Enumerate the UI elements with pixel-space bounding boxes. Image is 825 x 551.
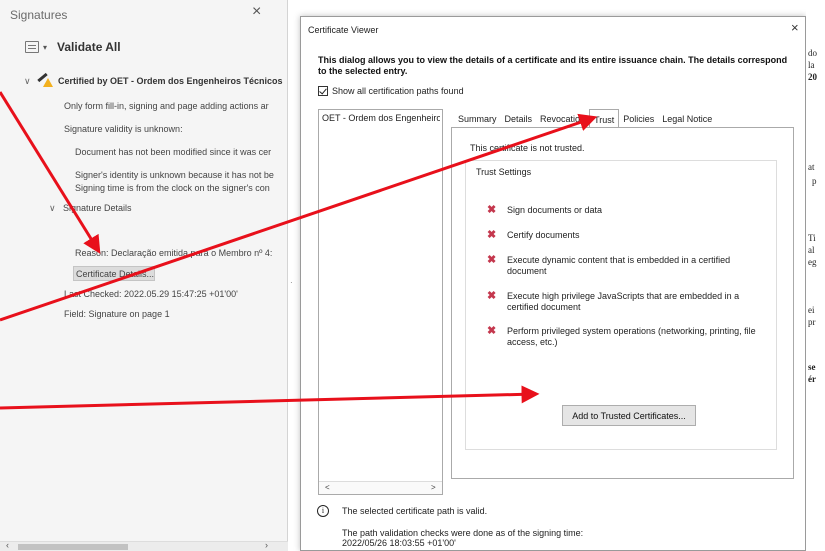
scroll-thumb[interactable] xyxy=(18,544,128,550)
list-options-icon[interactable] xyxy=(25,41,39,53)
signature-details-row[interactable]: ∨ Signature Details xyxy=(49,203,132,214)
doc-fragment: Ti xyxy=(808,233,816,243)
doc-fragment: la xyxy=(808,60,815,70)
chevron-down-icon[interactable]: ∨ xyxy=(49,203,59,214)
doc-fragment: at xyxy=(808,162,815,172)
doc-fragment: ei xyxy=(808,305,815,315)
panel-close-button[interactable]: × xyxy=(252,3,261,21)
trust-settings-group: Trust Settings ✖ Sign documents or data … xyxy=(465,160,777,450)
panel-title: Signatures xyxy=(10,8,68,22)
panel-horizontal-scrollbar[interactable]: ‹ › xyxy=(0,540,288,551)
trust-item-label: Execute high privilege JavaScripts that … xyxy=(507,291,740,312)
scroll-right-icon[interactable]: › xyxy=(265,540,268,550)
dialog-close-button[interactable]: × xyxy=(791,20,799,35)
trust-item: ✖ Execute high privilege JavaScripts tha… xyxy=(487,291,757,313)
dialog-description: This dialog allows you to view the detai… xyxy=(318,55,788,76)
denied-x-icon: ✖ xyxy=(487,254,497,266)
tree-horizontal-scrollbar[interactable]: < > xyxy=(319,481,442,494)
doc-fragment: pr xyxy=(808,317,816,327)
trust-item-label: Execute dynamic content that is embedded… xyxy=(507,255,731,276)
not-modified-line: Document has not been modified since it … xyxy=(75,147,272,157)
doc-fragment: eg xyxy=(808,257,817,267)
reason-line: Reason: Declaração emitida para o Membro… xyxy=(75,248,273,258)
trust-item: ✖ Sign documents or data xyxy=(487,205,757,216)
last-checked-line: Last Checked: 2022.05.29 15:47:25 +01'00… xyxy=(64,289,238,299)
validate-all-button[interactable]: ▾ Validate All xyxy=(25,40,121,54)
validity-unknown-line: Signature validity is unknown: xyxy=(64,124,183,134)
trust-settings-title: Trust Settings xyxy=(476,167,532,177)
document-page-edge: do la 20 at p Ti al eg ei pr se ér xyxy=(806,0,825,551)
identity-unknown-line: Signer's identity is unknown because it … xyxy=(75,170,274,180)
certificate-path-tree[interactable]: OET - Ordem dos Engenheiros < > xyxy=(318,109,443,495)
splitter-handle[interactable]: · xyxy=(290,278,293,287)
signature-details-label: Signature Details xyxy=(63,203,132,213)
form-fill-line: Only form fill-in, signing and page addi… xyxy=(64,101,269,111)
show-all-paths-checkbox[interactable] xyxy=(318,86,328,96)
doc-fragment: al xyxy=(808,245,815,255)
denied-x-icon: ✖ xyxy=(487,290,497,302)
certificate-viewer-dialog: Certificate Viewer × This dialog allows … xyxy=(300,16,806,551)
path-validation-line: The path validation checks were done as … xyxy=(342,528,584,538)
chevron-down-icon[interactable]: ∨ xyxy=(24,76,34,87)
add-to-trusted-certificates-button[interactable]: Add to Trusted Certificates... xyxy=(562,405,696,426)
validate-all-label: Validate All xyxy=(57,40,121,54)
scroll-right-icon[interactable]: > xyxy=(431,483,436,492)
field-line: Field: Signature on page 1 xyxy=(64,309,170,319)
certified-signature-row[interactable]: ∨ Certified by OET - Ordem dos Engenheir… xyxy=(24,72,283,88)
trust-item: ✖ Certify documents xyxy=(487,230,757,241)
show-all-paths-checkbox-row[interactable]: Show all certification paths found xyxy=(318,86,464,96)
dialog-title: Certificate Viewer xyxy=(308,25,379,35)
tab-trust[interactable]: Trust xyxy=(589,109,620,129)
trust-item-label: Sign documents or data xyxy=(507,205,603,215)
not-trusted-message: This certificate is not trusted. xyxy=(470,143,585,153)
trust-item: ✖ Execute dynamic content that is embedd… xyxy=(487,255,757,277)
tree-item[interactable]: OET - Ordem dos Engenheiros xyxy=(322,113,440,123)
signatures-panel: Signatures × ▾ Validate All ∨ Certified … xyxy=(0,0,288,551)
info-icon: i xyxy=(317,505,329,517)
trust-item: ✖ Perform privileged system operations (… xyxy=(487,326,757,348)
path-valid-message: The selected certificate path is valid. xyxy=(342,506,488,516)
denied-x-icon: ✖ xyxy=(487,204,497,216)
trust-item-label: Certify documents xyxy=(507,230,580,240)
doc-fragment: p xyxy=(812,176,817,186)
trust-item-label: Perform privileged system operations (ne… xyxy=(507,326,756,347)
path-validation-note: The path validation checks were done as … xyxy=(342,528,583,548)
denied-x-icon: ✖ xyxy=(487,325,497,337)
chevron-down-icon[interactable]: ▾ xyxy=(43,43,47,52)
doc-fragment: do xyxy=(808,48,817,58)
scroll-left-icon[interactable]: ‹ xyxy=(6,540,9,550)
path-validation-time: 2022/05/26 18:03:55 +01'00' xyxy=(342,538,456,548)
trust-tab-panel: This certificate is not trusted. Trust S… xyxy=(451,127,794,479)
certified-by-label: Certified by OET - Ordem dos Engenheiros… xyxy=(58,76,283,86)
show-all-paths-label[interactable]: Show all certification paths found xyxy=(332,86,464,96)
doc-fragment: ér xyxy=(808,374,816,384)
doc-fragment: se xyxy=(808,362,816,372)
signature-warning-icon xyxy=(36,72,54,88)
denied-x-icon: ✖ xyxy=(487,229,497,241)
doc-fragment: 20 xyxy=(808,72,817,82)
certificate-details-link[interactable]: Certificate Details... xyxy=(76,269,154,279)
scroll-left-icon[interactable]: < xyxy=(325,483,330,492)
signing-time-line: Signing time is from the clock on the si… xyxy=(75,183,270,193)
